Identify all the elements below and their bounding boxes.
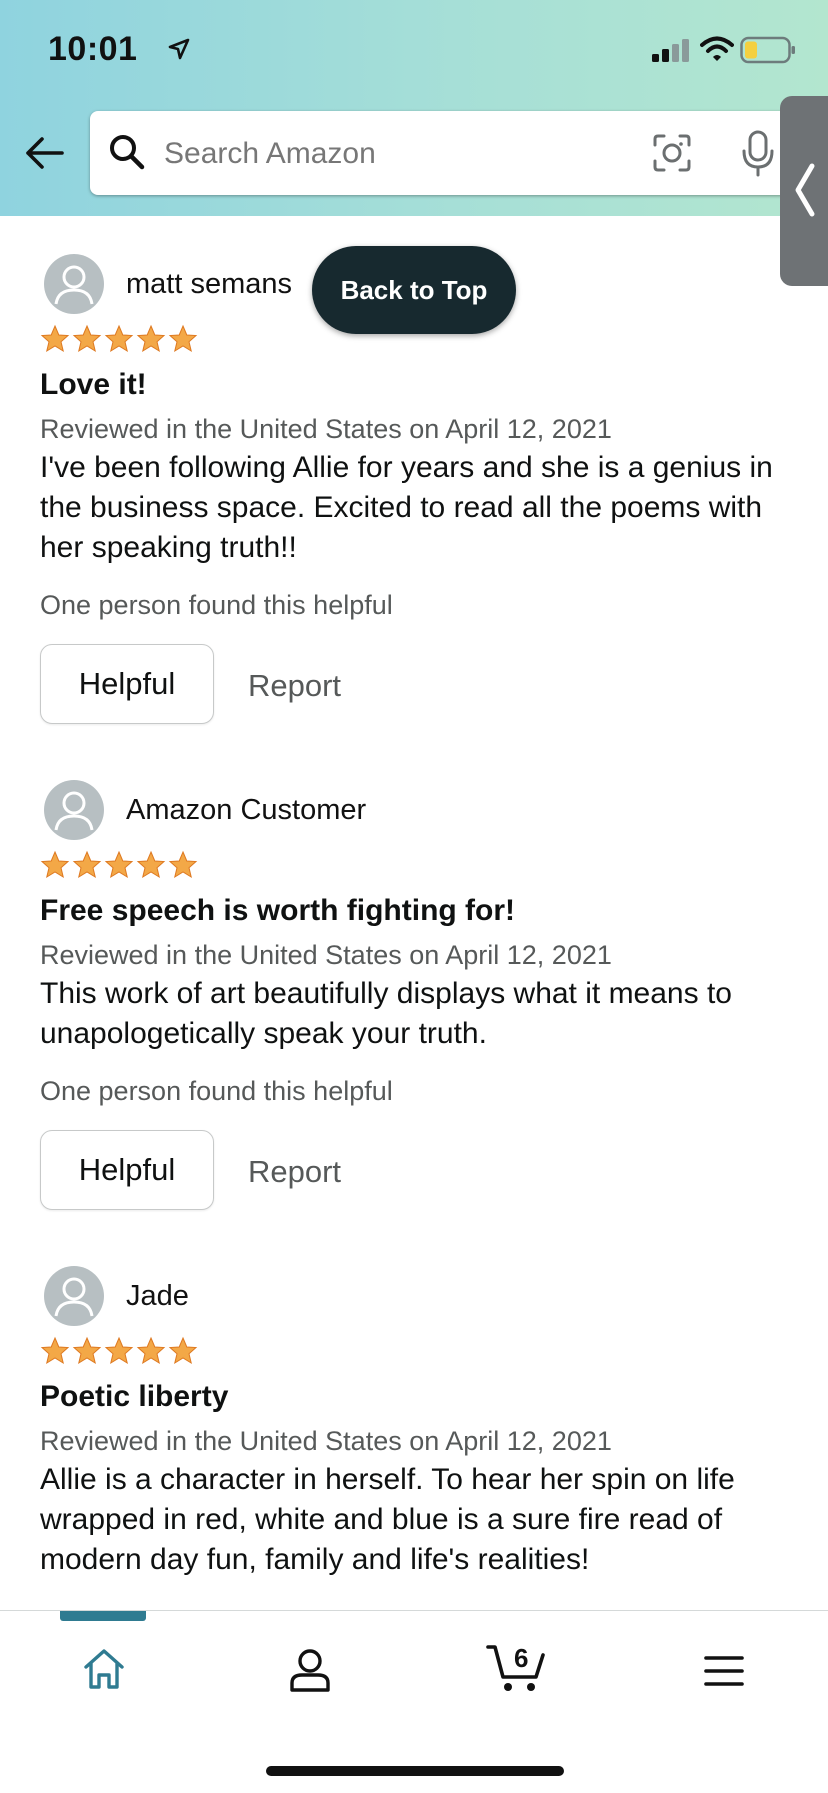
- star-icon: [104, 1336, 134, 1365]
- review-date: Reviewed in the United States on April 1…: [40, 940, 612, 970]
- star-icon: [104, 850, 134, 879]
- star-icon: [168, 324, 198, 353]
- person-icon: [54, 1277, 94, 1317]
- reviewer-name: Amazon Customer: [126, 794, 367, 826]
- review-body: This work of art beautifully displays wh…: [40, 977, 732, 1050]
- helpful-button[interactable]: Helpful: [40, 644, 214, 724]
- review-title: Love it!: [40, 368, 147, 401]
- reviewer-name: matt semans: [126, 268, 292, 300]
- avatar: [44, 1266, 104, 1326]
- star-icon: [72, 324, 102, 353]
- helpful-button[interactable]: Helpful: [40, 1130, 214, 1210]
- star-icon: [40, 850, 70, 879]
- star-icon: [136, 324, 166, 353]
- star-icon: [168, 850, 198, 879]
- star-rating: [40, 324, 198, 354]
- reviewer-name: Jade: [126, 1280, 189, 1312]
- helpful-count: One person found this helpful: [40, 590, 393, 620]
- home-indicator: [266, 1766, 564, 1776]
- report-link[interactable]: Report: [248, 668, 341, 704]
- account-icon[interactable]: [288, 1647, 332, 1693]
- person-icon: [54, 791, 94, 831]
- star-icon: [72, 850, 102, 879]
- microphone-icon[interactable]: [740, 129, 776, 177]
- review-title: Free speech is worth fighting for!: [40, 894, 516, 927]
- star-icon: [40, 1336, 70, 1365]
- review-body: I've been following Allie for years and …: [40, 451, 773, 564]
- chevron-left-icon: [795, 163, 815, 217]
- star-icon: [40, 324, 70, 353]
- review-date: Reviewed in the United States on April 1…: [40, 1426, 612, 1456]
- active-tab-indicator: [60, 1611, 146, 1621]
- back-arrow-icon[interactable]: [24, 136, 64, 170]
- home-icon[interactable]: [82, 1647, 126, 1691]
- camera-scan-icon[interactable]: [652, 133, 692, 173]
- search-icon: [110, 135, 145, 170]
- star-icon: [104, 324, 134, 353]
- cellular-signal-icon: [652, 39, 689, 62]
- status-time: 10:01: [48, 30, 138, 68]
- review-body: Allie is a character in herself. To hear…: [40, 1463, 735, 1576]
- header: 10:01: [0, 0, 828, 216]
- search-bar[interactable]: [90, 111, 828, 195]
- back-to-top-button[interactable]: Back to Top: [312, 246, 516, 334]
- location-arrow-icon: [168, 38, 190, 60]
- search-input[interactable]: [162, 131, 586, 177]
- review-title: Poetic liberty: [40, 1380, 229, 1413]
- cart-count-badge: 6: [514, 1643, 529, 1673]
- star-icon: [168, 1336, 198, 1365]
- avatar: [44, 780, 104, 840]
- person-icon: [54, 265, 94, 305]
- review-date: Reviewed in the United States on April 1…: [40, 414, 612, 444]
- star-icon: [136, 850, 166, 879]
- star-icon: [136, 1336, 166, 1365]
- battery-icon: [740, 36, 795, 64]
- report-link[interactable]: Report: [248, 1154, 341, 1190]
- side-panel-tab[interactable]: [780, 96, 828, 286]
- avatar: [44, 254, 104, 314]
- star-icon: [72, 1336, 102, 1365]
- wifi-icon: [700, 36, 734, 61]
- helpful-count: One person found this helpful: [40, 1076, 393, 1106]
- star-rating: [40, 850, 198, 880]
- star-rating: [40, 1336, 198, 1366]
- menu-icon[interactable]: [704, 1655, 744, 1687]
